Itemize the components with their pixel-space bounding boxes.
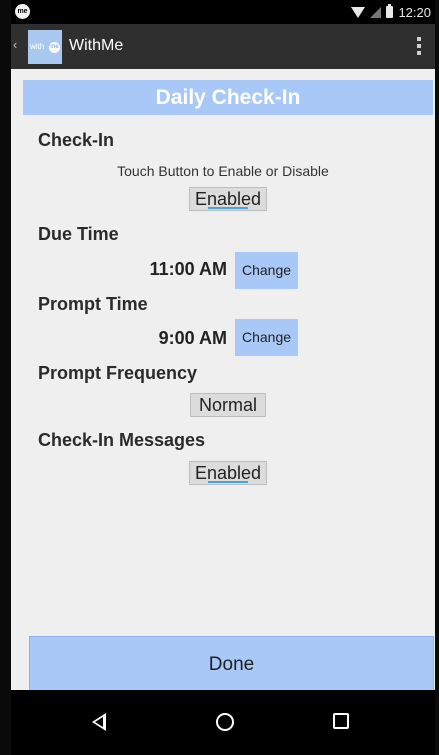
prompt-frequency-button[interactable]: Normal [190, 393, 266, 417]
device-frame: me 12:20 ‹ with me WithMe Daily Check-In… [0, 0, 439, 755]
battery-icon [386, 4, 394, 18]
toggle-underline [208, 481, 248, 483]
up-chevron-icon[interactable]: ‹ [13, 37, 17, 52]
screen: me 12:20 ‹ with me WithMe Daily Check-In… [11, 0, 435, 755]
prompt-time-label: Prompt Time [38, 294, 148, 314]
check-in-label: Check-In [38, 130, 115, 150]
recents-icon[interactable] [333, 713, 349, 729]
done-button[interactable]: Done [29, 636, 434, 694]
status-icons: 12:20 [351, 3, 431, 21]
page-title: Daily Check-In [23, 80, 433, 115]
due-time-change-button[interactable]: Change [235, 252, 298, 289]
check-in-messages-label: Check-In Messages [38, 430, 206, 450]
status-time: 12:20 [398, 4, 431, 20]
prompt-time-value: 9:00 AM [158, 328, 227, 348]
prompt-frequency-button-label: Normal [198, 395, 257, 415]
status-bar: me 12:20 [11, 0, 435, 24]
check-in-hint: Touch Button to Enable or Disable [117, 163, 329, 179]
prompt-time-change-button[interactable]: Change [235, 319, 298, 356]
navigation-bar [11, 690, 435, 755]
app-notification-icon: me [15, 4, 30, 19]
content-area: Daily Check-In Check-In Touch Button to … [11, 69, 435, 694]
toggle-underline [208, 207, 248, 209]
prompt-frequency-label: Prompt Frequency [38, 363, 198, 383]
due-time-value: 11:00 AM [149, 259, 227, 279]
logo-text: with [30, 42, 45, 51]
action-bar: ‹ with me WithMe [11, 24, 435, 69]
app-title: WithMe [69, 37, 124, 54]
app-logo[interactable]: with me [28, 30, 62, 64]
signal-icon [370, 6, 382, 18]
overflow-menu-icon[interactable] [417, 37, 421, 55]
home-icon[interactable] [216, 713, 234, 731]
back-icon[interactable] [92, 713, 106, 731]
logo-circle-icon: me [49, 42, 60, 53]
due-time-label: Due Time [38, 224, 119, 244]
check-in-toggle-button[interactable]: Enabled [189, 187, 267, 211]
wifi-icon [351, 6, 366, 18]
check-in-messages-toggle-button[interactable]: Enabled [189, 461, 267, 485]
